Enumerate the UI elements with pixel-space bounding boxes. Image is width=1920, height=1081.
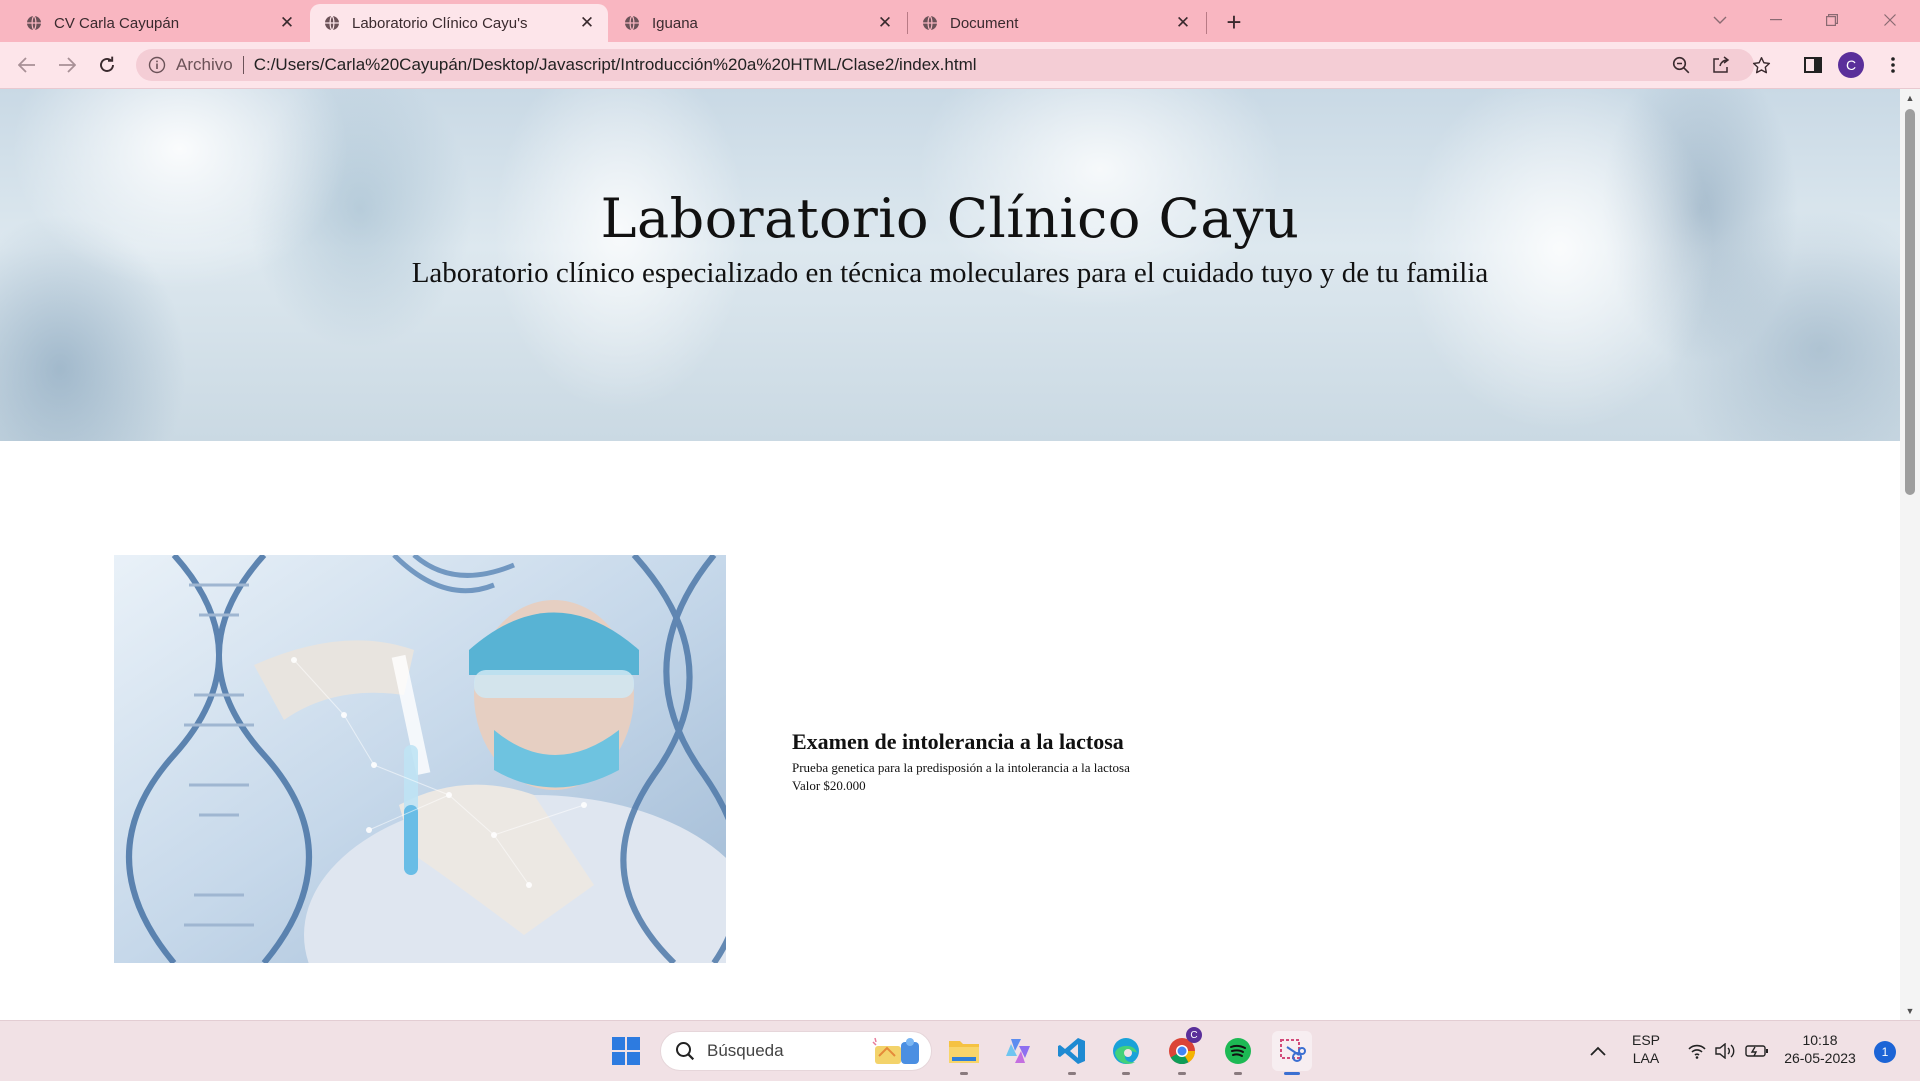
url-text[interactable]: C:/Users/Carla%20Cayupán/Desktop/Javascr… (254, 55, 977, 75)
spotify-app[interactable] (1218, 1031, 1258, 1075)
menu-kebab-icon[interactable] (1880, 52, 1906, 78)
tray-overflow-button[interactable] (1578, 1031, 1618, 1071)
search-highlight-icon (872, 1037, 919, 1064)
page-title: Laboratorio Clínico Cayu (600, 187, 1300, 250)
running-indicator (1068, 1072, 1076, 1075)
active-indicator (1284, 1072, 1300, 1075)
page-scrollbar[interactable]: ▲ ▼ (1900, 89, 1920, 1020)
windows-icon (612, 1037, 640, 1065)
chrome-app[interactable]: C (1162, 1027, 1202, 1075)
vscode-app[interactable] (1052, 1031, 1092, 1075)
browser-toolbar: Archivo C:/Users/Carla%20Cayupán/Desktop… (0, 42, 1920, 89)
taskbar-search[interactable]: Búsqueda (660, 1031, 932, 1071)
system-tray-icons[interactable] (1680, 1031, 1776, 1071)
restore-icon[interactable] (1812, 6, 1852, 34)
minimize-icon[interactable] (1756, 6, 1796, 34)
address-bar[interactable]: Archivo C:/Users/Carla%20Cayupán/Desktop… (136, 49, 1770, 81)
tab-title: Laboratorio Clínico Cayu's (352, 14, 528, 32)
search-placeholder: Búsqueda (707, 1041, 784, 1060)
info-icon[interactable] (148, 56, 166, 74)
tab-iguana[interactable]: Iguana ✕ (610, 4, 906, 42)
zoom-icon[interactable] (1668, 52, 1694, 78)
product-price: Valor $20.000 (792, 778, 866, 793)
globe-icon (325, 15, 339, 31)
arrow-right-icon (59, 57, 76, 73)
side-panel-icon[interactable] (1800, 52, 1826, 78)
tab-document[interactable]: Document ✕ (908, 4, 1204, 42)
tab-strip: CV Carla Cayupán ✕ Laboratorio Clínico C… (0, 0, 1920, 42)
close-window-icon[interactable] (1870, 6, 1910, 34)
globe-icon (625, 15, 639, 31)
reload-button[interactable] (92, 50, 122, 80)
chevron-up-icon (1590, 1046, 1606, 1056)
running-indicator (960, 1072, 968, 1075)
copilot-icon (1006, 1039, 1030, 1063)
running-indicator (1122, 1072, 1130, 1075)
language-code: ESP (1631, 1032, 1660, 1048)
file-explorer-app[interactable] (944, 1031, 984, 1075)
globe-icon (923, 15, 937, 31)
product-name: Examen de intolerancia a la lactosa (792, 729, 1124, 754)
chrome-profile-badge: C (1186, 1027, 1202, 1043)
back-button[interactable] (12, 50, 42, 80)
security-label: Archivo (176, 55, 233, 74)
web-page: Laboratorio Clínico Cayu Laboratorio clí… (0, 89, 1900, 1020)
notification-badge[interactable]: 1 (1874, 1041, 1896, 1063)
snipping-tool-icon (1280, 1039, 1306, 1062)
tab-laboratorio[interactable]: Laboratorio Clínico Cayu's ✕ (310, 4, 608, 42)
product-description: Prueba genetica para la predisposión a l… (792, 760, 1130, 775)
close-icon[interactable]: ✕ (874, 12, 896, 34)
address-divider (242, 56, 244, 74)
reload-icon (100, 56, 114, 72)
tab-title: CV Carla Cayupán (54, 14, 180, 32)
edge-app[interactable] (1106, 1031, 1146, 1075)
product-info: Examen de intolerancia a la lactosa Prue… (792, 729, 1130, 795)
tab-cv[interactable]: CV Carla Cayupán ✕ (12, 4, 308, 42)
snipping-tool-app[interactable] (1272, 1031, 1312, 1075)
page-subtitle: Laboratorio clínico especializado en téc… (411, 257, 1489, 289)
close-icon[interactable]: ✕ (1172, 12, 1194, 34)
start-button[interactable] (606, 1031, 646, 1071)
tab-search-icon[interactable] (1700, 6, 1740, 34)
close-icon[interactable]: ✕ (276, 12, 298, 34)
clock-time: 10:18 (1802, 1032, 1838, 1048)
hero-banner: Laboratorio Clínico Cayu Laboratorio clí… (0, 89, 1900, 441)
arrow-left-icon (18, 57, 35, 73)
vscode-icon (1058, 1038, 1085, 1064)
windows-taskbar: Búsqueda C ESP LAA 10:18 26-05-2023 1 (0, 1020, 1920, 1081)
close-icon[interactable]: ✕ (576, 12, 598, 34)
search-icon (676, 1042, 695, 1061)
edge-icon (1113, 1038, 1139, 1064)
product-image (114, 555, 726, 963)
bookmark-star-icon[interactable] (1748, 52, 1774, 78)
running-indicator (1178, 1072, 1186, 1075)
folder-icon (949, 1041, 979, 1063)
language-indicator[interactable]: ESP LAA (1622, 1031, 1670, 1067)
running-indicator (1234, 1072, 1242, 1075)
globe-icon (27, 15, 41, 31)
new-tab-button[interactable]: + (1220, 7, 1248, 37)
tab-divider (1206, 12, 1207, 34)
scroll-thumb[interactable] (1905, 109, 1915, 495)
scroll-up-icon[interactable]: ▲ (1900, 89, 1920, 107)
wifi-icon (1688, 1044, 1706, 1059)
share-icon[interactable] (1708, 52, 1734, 78)
forward-button[interactable] (52, 50, 82, 80)
keyboard-layout: LAA (1632, 1050, 1660, 1066)
clock-date: 26-05-2023 (1784, 1050, 1856, 1066)
battery-icon (1745, 1045, 1768, 1057)
profile-avatar[interactable]: C (1838, 52, 1864, 78)
copilot-app[interactable] (998, 1031, 1038, 1071)
tab-title: Document (950, 14, 1019, 32)
volume-icon (1715, 1043, 1735, 1059)
tab-title: Iguana (652, 14, 698, 32)
scroll-down-icon[interactable]: ▼ (1900, 1002, 1920, 1020)
clock[interactable]: 10:18 26-05-2023 (1772, 1031, 1868, 1067)
spotify-icon (1225, 1038, 1251, 1064)
